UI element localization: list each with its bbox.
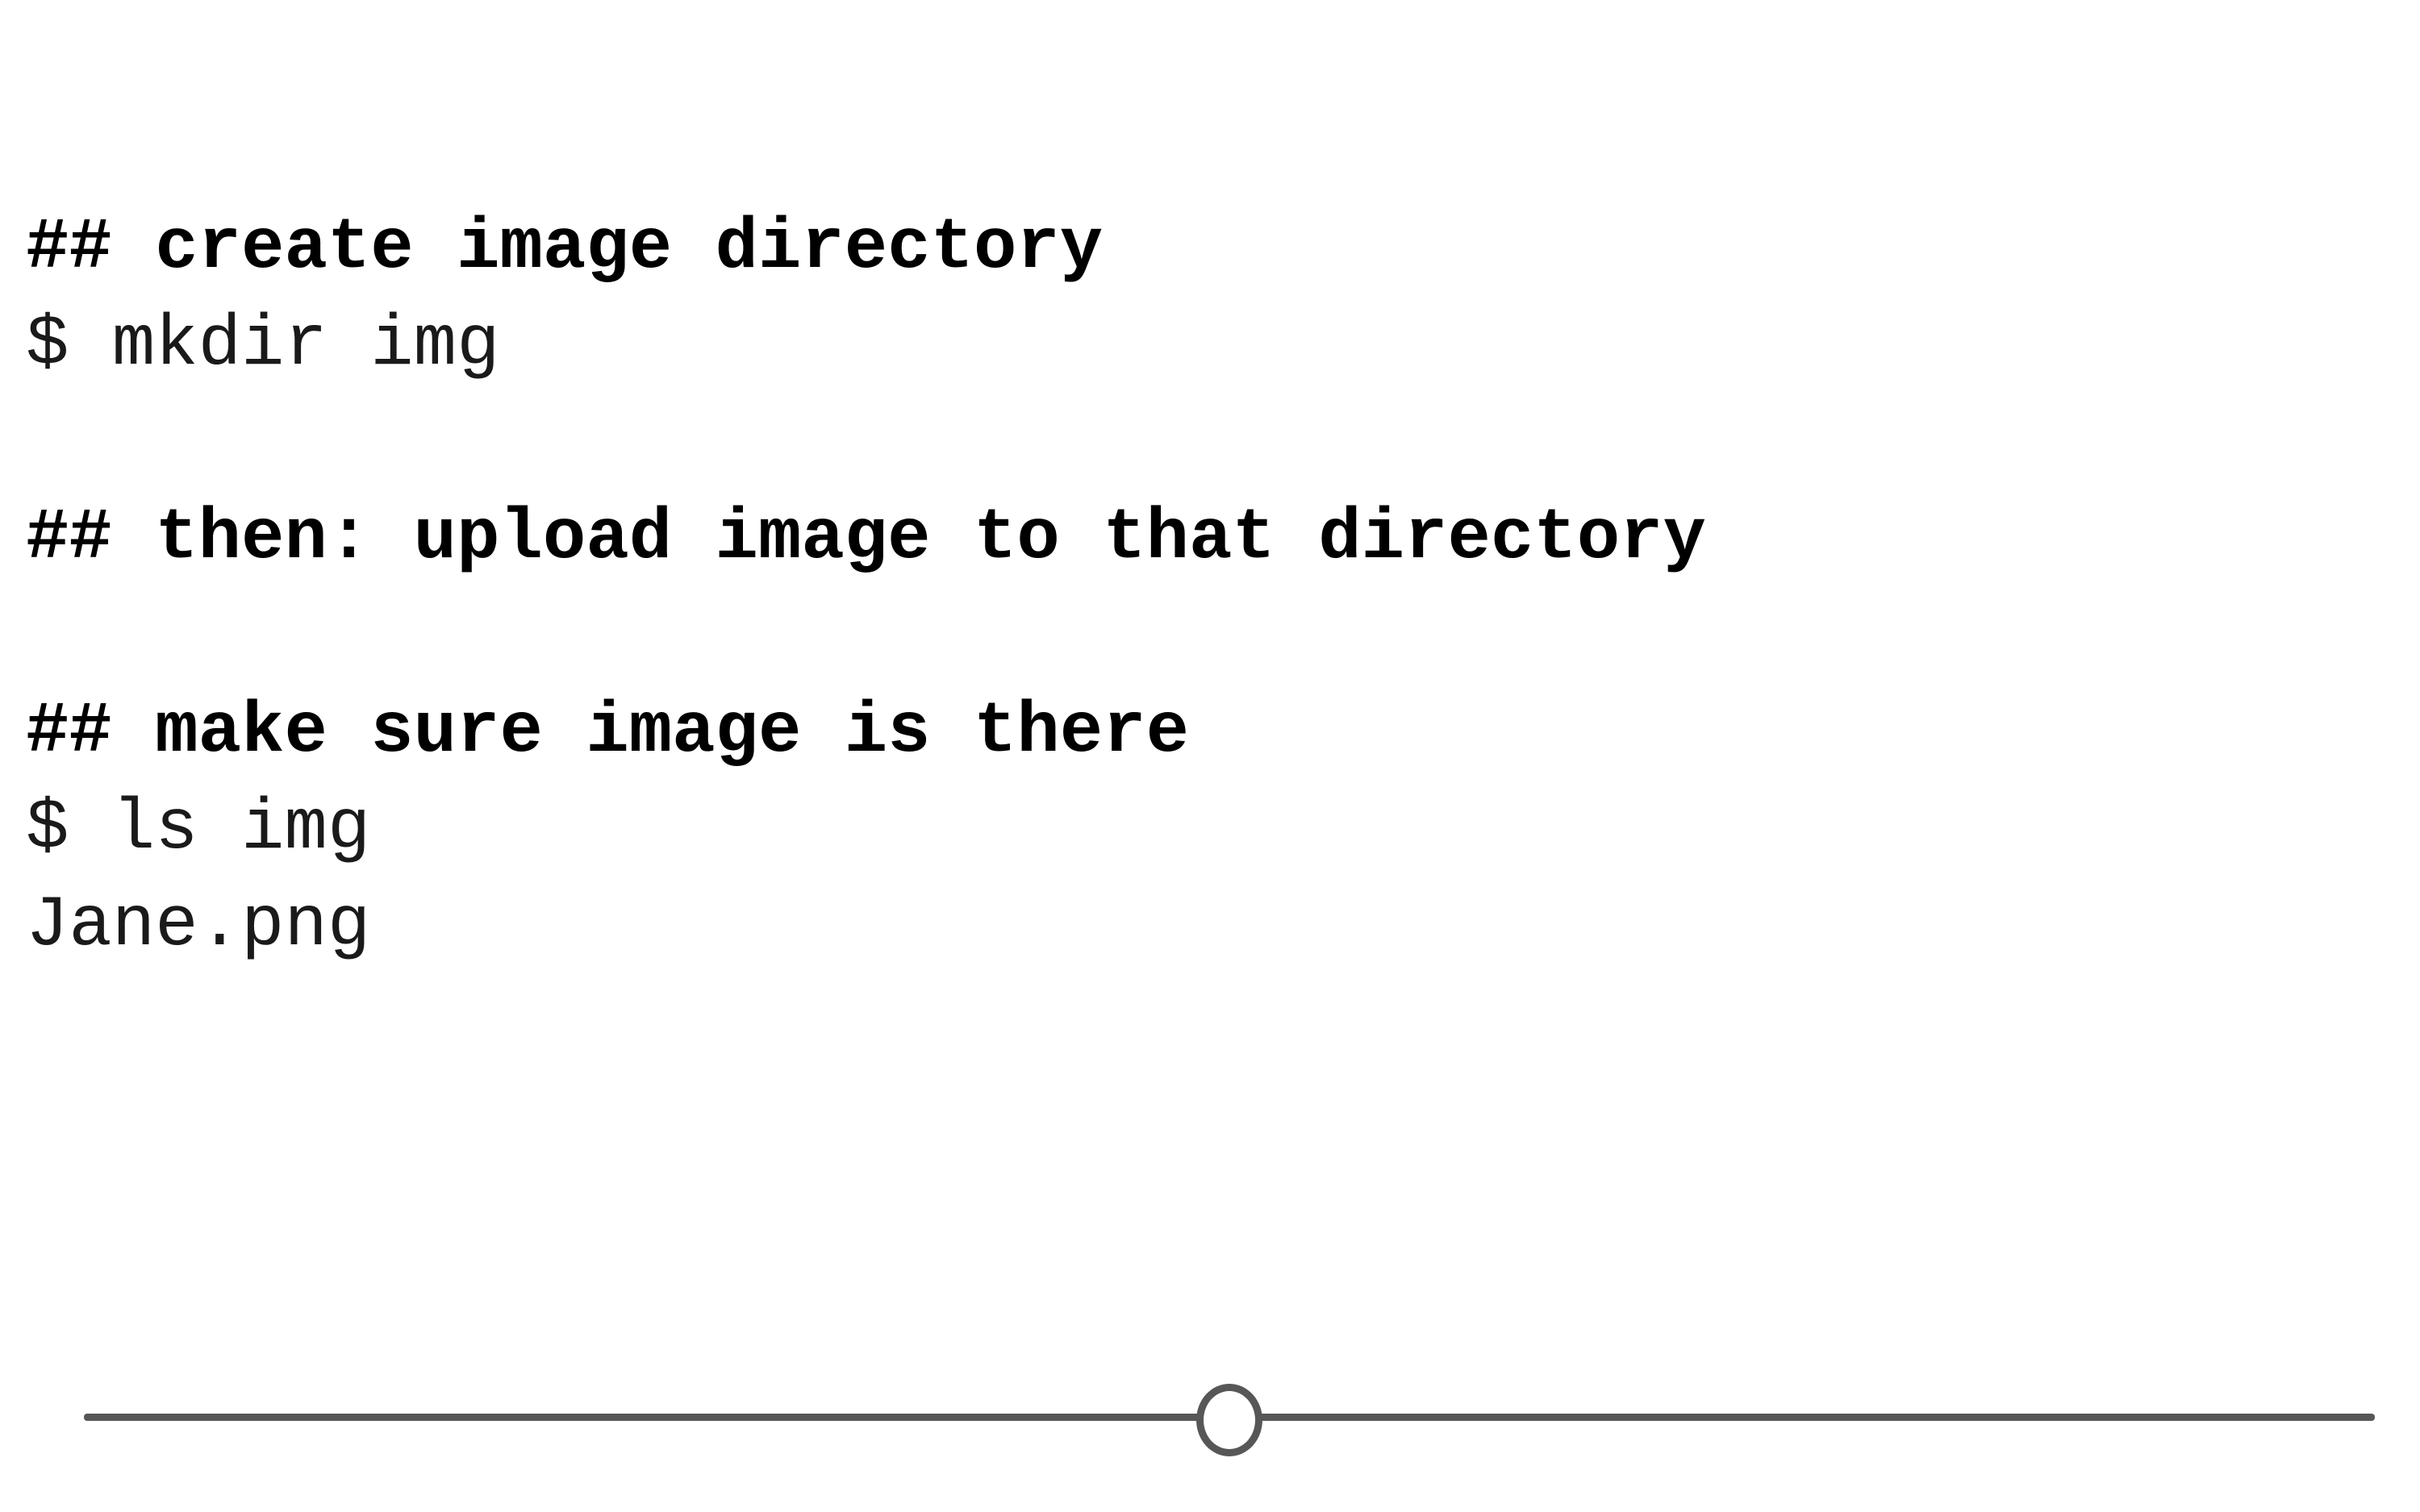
comment-create-directory: ## create image directory (26, 207, 1104, 289)
slider-thumb[interactable] (1196, 1384, 1262, 1456)
command-ls: $ ls img (26, 788, 371, 869)
comment-upload-image: ## then: upload image to that directory (26, 498, 1706, 579)
command-mkdir: $ mkdir img (26, 304, 500, 385)
comment-check-image: ## make sure image is there (26, 691, 1190, 773)
playback-slider[interactable] (84, 1381, 2375, 1456)
ls-output-file: Jane.png (26, 885, 371, 966)
